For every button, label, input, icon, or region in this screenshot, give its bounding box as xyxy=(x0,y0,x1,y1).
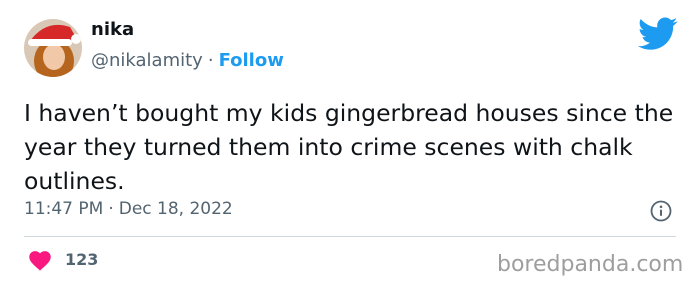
avatar[interactable] xyxy=(24,19,82,77)
author-handle[interactable]: @nikalamity xyxy=(91,50,203,71)
handle-row: @nikalamity · Follow xyxy=(91,50,284,71)
twitter-bird-icon[interactable] xyxy=(638,17,678,51)
like-count[interactable]: 123 xyxy=(65,250,98,269)
tweet-timestamp[interactable]: 11:47 PM · Dec 18, 2022 xyxy=(24,199,233,219)
follow-button[interactable]: Follow xyxy=(219,50,284,71)
tweet-time[interactable]: 11:47 PM xyxy=(24,199,103,219)
author-name[interactable]: nika xyxy=(91,19,134,40)
separator-dot: · xyxy=(108,199,114,219)
heart-icon[interactable] xyxy=(29,251,51,271)
info-icon[interactable] xyxy=(650,200,672,222)
separator-dot: · xyxy=(207,50,214,71)
tweet-text: I haven’t bought my kids gingerbread hou… xyxy=(24,99,674,195)
divider xyxy=(24,236,676,237)
tweet-date[interactable]: Dec 18, 2022 xyxy=(119,199,233,219)
watermark: boredpanda.com xyxy=(497,252,684,277)
